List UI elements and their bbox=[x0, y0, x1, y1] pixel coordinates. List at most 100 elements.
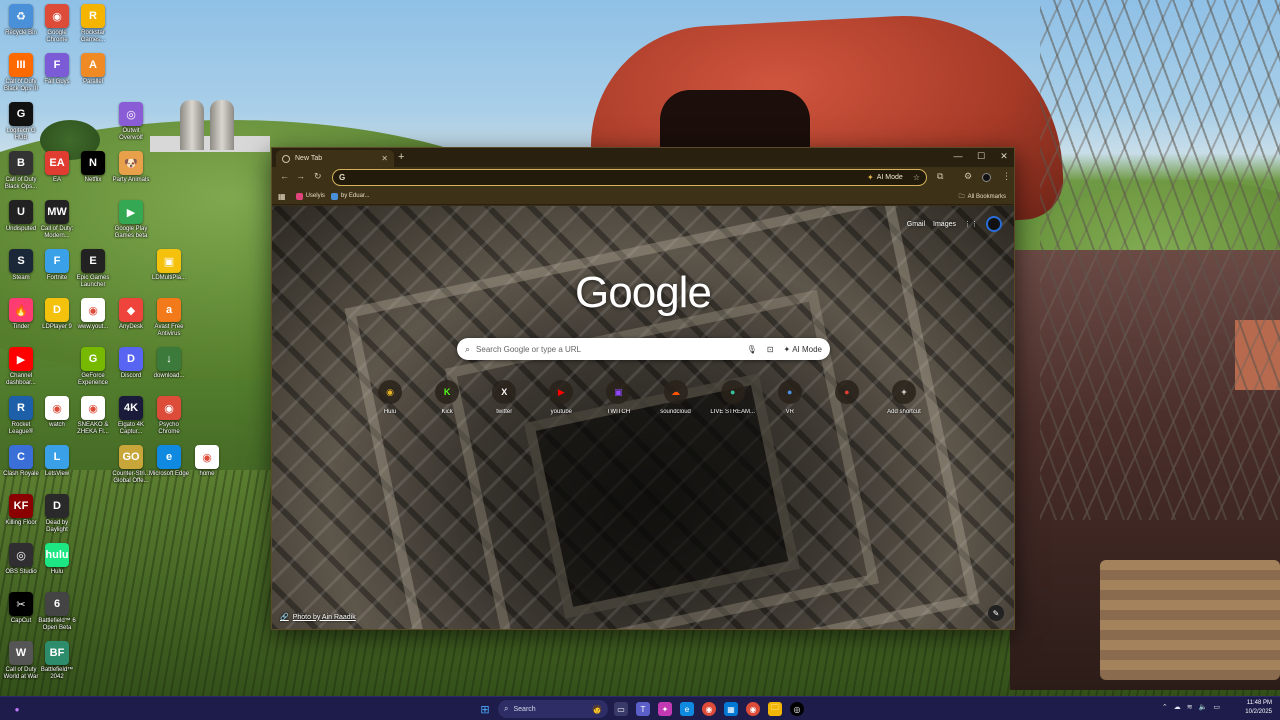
shortcut-tile[interactable]: ● LIVE STREAM... bbox=[705, 380, 761, 415]
desktop-icon[interactable]: E Epic Games Launcher bbox=[72, 249, 114, 289]
google-lens-icon[interactable]: ⊡ bbox=[767, 345, 774, 354]
cast-icon[interactable]: ⧉ bbox=[937, 171, 943, 182]
desktop-icon[interactable]: ◎ Outwit Overwolf bbox=[110, 102, 152, 142]
desktop-icon-label: Avast Free Antivirus bbox=[154, 324, 184, 337]
app-icon: 🔥 bbox=[9, 298, 33, 322]
battery-icon[interactable]: ▭ bbox=[1213, 703, 1220, 711]
shortcut-tile[interactable]: ● bbox=[819, 380, 875, 415]
reload-icon[interactable]: ↻ bbox=[314, 171, 322, 182]
all-bookmarks-label: All Bookmarks bbox=[967, 194, 1006, 200]
desktop-icon[interactable]: BF Battlefield™ 2042 bbox=[36, 641, 78, 681]
obs-icon[interactable]: ◎ bbox=[790, 702, 804, 716]
desktop-icon[interactable]: e Microsoft Edge bbox=[148, 445, 190, 478]
desktop-icon[interactable]: D Discord bbox=[110, 347, 152, 380]
app-icon: E bbox=[81, 249, 105, 273]
account-avatar[interactable] bbox=[986, 216, 1002, 232]
new-tab-button[interactable]: + bbox=[398, 151, 404, 163]
bookmark-item[interactable]: by Eduar... bbox=[330, 192, 370, 200]
menu-kebab-icon[interactable]: ⋮ bbox=[1002, 171, 1011, 182]
app-icon: C bbox=[9, 445, 33, 469]
add-shortcut-tile[interactable]: + Add shortcut bbox=[876, 380, 932, 415]
edge-icon[interactable]: e bbox=[680, 702, 694, 716]
ai-mode-button[interactable]: ✦ AI Mode bbox=[867, 173, 903, 182]
desktop-icon[interactable]: ◆ AnyDesk bbox=[110, 298, 152, 331]
desktop-icon[interactable]: ◉ home bbox=[186, 445, 228, 478]
desktop-icon[interactable]: MW Call of Duty: Modern... bbox=[36, 200, 78, 240]
file-explorer-icon[interactable]: 🗀 bbox=[768, 702, 782, 716]
desktop-icon[interactable]: 4K Elgato 4K Captur... bbox=[110, 396, 152, 436]
bookmark-item[interactable]: Uselyis bbox=[295, 192, 325, 200]
copilot-icon[interactable]: ✦ bbox=[658, 702, 672, 716]
widgets-icon[interactable]: ● bbox=[10, 702, 24, 716]
tab-strip: New Tab ✕ + — ☐ ✕ bbox=[272, 148, 1014, 167]
desktop-icon[interactable]: ↓ download... bbox=[148, 347, 190, 380]
tab-close-icon[interactable]: ✕ bbox=[381, 154, 388, 163]
minimize-button[interactable]: — bbox=[951, 151, 965, 161]
desktop-icon[interactable]: ◉ Psycho Chrome bbox=[148, 396, 190, 436]
wifi-icon[interactable]: ≋ bbox=[1187, 703, 1193, 711]
shortcut-tile[interactable]: ● VR bbox=[762, 380, 818, 415]
desktop-icon[interactable]: a Avast Free Antivirus bbox=[148, 298, 190, 338]
desktop-icon[interactable]: G Logitech G HUB bbox=[0, 102, 42, 142]
app-icon: D bbox=[45, 298, 69, 322]
customize-pencil-icon[interactable]: ✎ bbox=[988, 605, 1004, 621]
tray-app-icon[interactable]: ☁ bbox=[1174, 703, 1181, 711]
gmail-link[interactable]: Gmail bbox=[907, 221, 925, 228]
wallpaper-silo bbox=[210, 100, 234, 150]
address-input[interactable] bbox=[351, 173, 868, 182]
ai-mode-button[interactable]: ✦ AI Mode bbox=[784, 345, 823, 354]
maximize-button[interactable]: ☐ bbox=[974, 151, 988, 162]
profile-avatar[interactable] bbox=[982, 173, 991, 182]
microphone-icon[interactable]: 🎙 bbox=[747, 345, 757, 354]
desktop-icon[interactable]: 6 Battlefield™ 6 Open Beta bbox=[36, 592, 78, 632]
desktop-icon[interactable]: L LetsView bbox=[36, 445, 78, 478]
shortcut-label: soundcloud bbox=[660, 409, 691, 415]
tab-new-tab[interactable]: New Tab ✕ bbox=[276, 150, 394, 167]
task-view-icon[interactable]: ▭ bbox=[614, 702, 628, 716]
apps-grid-icon[interactable]: ▦ bbox=[278, 192, 286, 201]
all-bookmarks-button[interactable]: 🗀 All Bookmarks bbox=[959, 192, 1006, 202]
taskbar-search[interactable]: ⌕ Search 🧑 bbox=[498, 700, 608, 718]
desktop-icon[interactable]: ◉ www.yout... bbox=[72, 298, 114, 331]
desktop-icon[interactable]: ▶ Google Play Games beta bbox=[110, 200, 152, 240]
address-bar[interactable]: G ✦ AI Mode ☆ bbox=[332, 169, 927, 186]
desktop-icon[interactable]: ▣ LDMultiPla... bbox=[148, 249, 190, 282]
photo-credit-link[interactable]: 🔗 Photo by Ain Raadik bbox=[280, 613, 356, 622]
shortcut-tile[interactable]: K Kick bbox=[419, 380, 475, 415]
shortcut-tile[interactable]: ▶ youtube bbox=[533, 380, 589, 415]
taskbar: ● ⊞ ⌕ Search 🧑 ▭ T ✦ e ◉ ▦ ◉ 🗀 ◎ ⌃ ☁ ≋ 🔈… bbox=[0, 696, 1280, 720]
images-link[interactable]: Images bbox=[933, 221, 956, 228]
volume-icon[interactable]: 🔈 bbox=[1199, 703, 1208, 711]
desktop-icon[interactable]: ◉ SNEAKO & ZHEKA FI... bbox=[72, 396, 114, 436]
bookmark-star-icon[interactable]: ☆ bbox=[913, 173, 920, 182]
taskbar-clock[interactable]: 11:48 PM 10/2/2025 bbox=[1245, 699, 1272, 717]
desktop-icon[interactable]: D Dead by Daylight bbox=[36, 494, 78, 534]
desktop-icon[interactable]: hulu Hulu bbox=[36, 543, 78, 576]
desktop-icon[interactable]: N Netflix bbox=[72, 151, 114, 184]
forward-icon[interactable]: → bbox=[296, 171, 305, 181]
teams-icon[interactable]: T bbox=[636, 702, 650, 716]
bookmark-favicon-icon bbox=[295, 192, 303, 200]
desktop-icon[interactable]: A Parallel bbox=[72, 53, 114, 86]
shortcut-tile[interactable]: ▣ TWITCH bbox=[590, 380, 646, 415]
extensions-icon[interactable]: ⚙ bbox=[964, 171, 972, 182]
desktop-icon[interactable]: G GeForce Experience bbox=[72, 347, 114, 387]
shortcut-tile[interactable]: ◉ Hulu bbox=[362, 380, 418, 415]
chrome-icon[interactable]: ◉ bbox=[702, 702, 716, 716]
search-icon: ⌕ bbox=[504, 704, 509, 713]
shortcut-favicon-icon: ▶ bbox=[549, 380, 574, 404]
desktop-icon[interactable]: R Rockstar Games... bbox=[72, 4, 114, 44]
close-window-button[interactable]: ✕ bbox=[997, 151, 1011, 162]
desktop-icon[interactable]: GO Counter-Stri... Global Offe... bbox=[110, 445, 152, 485]
ntp-search-box[interactable]: ⌕ Search Google or type a URL 🎙 ⊡ ✦ AI M… bbox=[457, 338, 830, 360]
psycho-chrome-icon[interactable]: ◉ bbox=[746, 702, 760, 716]
shortcut-tile[interactable]: ☁ soundcloud bbox=[648, 380, 704, 415]
desktop-icon[interactable]: ▶ Channel dashboar... bbox=[0, 347, 42, 387]
start-windows-icon[interactable]: ⊞ bbox=[478, 702, 492, 716]
store-icon[interactable]: ▦ bbox=[724, 702, 738, 716]
tray-overflow-icon[interactable]: ⌃ bbox=[1162, 703, 1168, 711]
shortcut-tile[interactable]: Xtwitter bbox=[476, 380, 532, 415]
google-apps-icon[interactable]: ⋮⋮ bbox=[964, 220, 978, 228]
back-icon[interactable]: ← bbox=[280, 171, 289, 181]
desktop-icon[interactable]: 🐶 Party Animals bbox=[110, 151, 152, 184]
